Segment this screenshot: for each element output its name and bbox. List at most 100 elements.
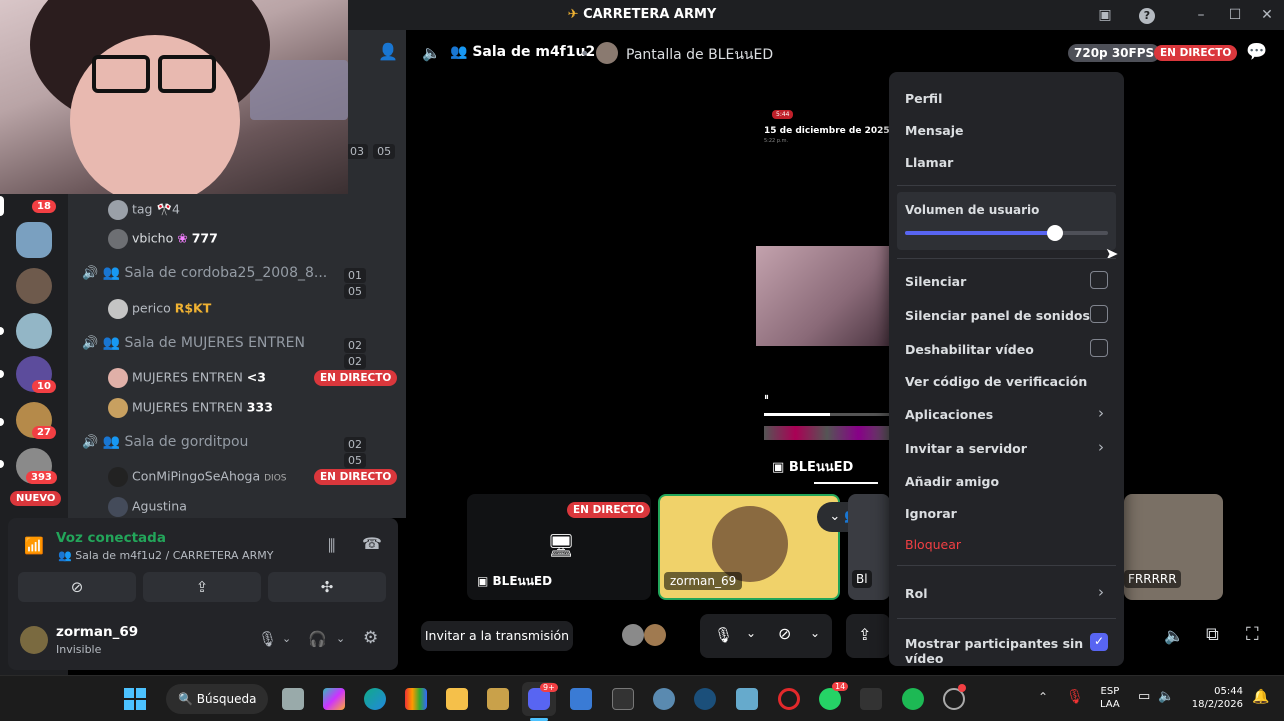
tray-expand-icon[interactable]: ⌃ bbox=[1038, 690, 1048, 704]
task-view-icon[interactable] bbox=[282, 688, 304, 710]
show-participants-checkbox[interactable]: ✓ bbox=[1090, 633, 1108, 651]
voice-user[interactable]: perico R$KT bbox=[108, 299, 211, 319]
app-icon[interactable] bbox=[736, 688, 758, 710]
close-icon[interactable]: ✕ bbox=[1256, 4, 1278, 26]
voice-channel[interactable]: 🔊 👥 Sala de gorditpou 02 05 bbox=[82, 434, 392, 468]
server-icon[interactable] bbox=[16, 268, 52, 304]
chevron-down-icon[interactable]: ⌄ bbox=[810, 626, 820, 640]
voice-channel[interactable]: 🔊 👥 Sala de cordoba25_2008_8... 01 05 bbox=[82, 265, 392, 299]
settings-gear-icon[interactable]: ⚙ bbox=[363, 628, 378, 648]
clock[interactable]: 05:44 18/2/2026 bbox=[1188, 685, 1243, 711]
soundwave-icon[interactable]: ⫼ bbox=[328, 536, 335, 556]
opera-icon[interactable] bbox=[778, 688, 800, 710]
participant-tile[interactable]: Bl bbox=[848, 494, 890, 600]
menu-item-call[interactable]: Llamar bbox=[905, 155, 953, 170]
tile-label: Bl bbox=[852, 570, 872, 588]
phone-date: 15 de diciembre de 2025 bbox=[764, 126, 890, 136]
app-icon[interactable] bbox=[405, 688, 427, 710]
voice-user[interactable]: vbicho ❀ 777 bbox=[108, 229, 218, 249]
participant-tile[interactable]: zorman_69 bbox=[658, 494, 840, 600]
username[interactable]: zorman_69 bbox=[56, 624, 138, 640]
minimize-icon[interactable]: – bbox=[1190, 4, 1212, 26]
menu-item-invite-server[interactable]: Invitar a servidor bbox=[905, 441, 1027, 456]
pause-icon[interactable]: ⏸ bbox=[764, 392, 769, 403]
voice-user[interactable]: Agustina bbox=[108, 497, 187, 517]
store-icon[interactable] bbox=[570, 688, 592, 710]
maximize-icon[interactable]: ☐ bbox=[1224, 4, 1246, 26]
add-member-icon[interactable]: 👤 bbox=[378, 42, 398, 61]
popout-icon[interactable]: ⧉ bbox=[1206, 624, 1219, 645]
menu-item-verify[interactable]: Ver código de verificación bbox=[905, 374, 1087, 389]
steam-icon[interactable] bbox=[694, 688, 716, 710]
server-icon[interactable] bbox=[16, 222, 52, 258]
whatsapp-icon[interactable] bbox=[819, 688, 841, 710]
chevron-down-icon[interactable]: ⌄ bbox=[336, 632, 345, 645]
participant-tile[interactable]: FRRRRR bbox=[1124, 494, 1223, 600]
menu-item-mute-soundboard[interactable]: Silenciar panel de sonidos bbox=[905, 308, 1090, 323]
menu-item-ignore[interactable]: Ignorar bbox=[905, 506, 957, 521]
stream-view[interactable]: 5:44 15 de diciembre de 2025 5:22 p.m. ⏸… bbox=[756, 100, 890, 490]
chevron-down-icon[interactable]: ⌄ bbox=[746, 626, 756, 640]
microphone-icon[interactable]: 🎙 bbox=[1066, 689, 1084, 705]
menu-item-block[interactable]: Bloquear bbox=[905, 537, 961, 552]
participant-tile[interactable]: EN DIRECTO 🖥 ▣ BLEนนED bbox=[467, 494, 651, 600]
mute-soundboard-checkbox[interactable] bbox=[1090, 305, 1108, 323]
edge-icon[interactable] bbox=[364, 688, 386, 710]
taskbar: 🔍 Búsqueda 9+ 14 ⌃ 🎙 ESP LAA ▭ 🔈 05:44 18/… bbox=[0, 675, 1284, 721]
screen-share-button[interactable]: ⇪ bbox=[143, 572, 261, 602]
menu-item-disable-video[interactable]: Deshabilitar vídeo bbox=[905, 342, 1034, 357]
headphones-icon[interactable]: 🎧 bbox=[308, 630, 327, 648]
help-icon[interactable]: ? bbox=[1136, 4, 1158, 26]
voice-channel[interactable]: 🔊 👥 Sala de MUJERES ENTREN 02 02 bbox=[82, 335, 392, 369]
camera-off-icon[interactable]: ⊘ bbox=[778, 624, 791, 643]
chat-bubble-icon[interactable]: 💬 bbox=[1246, 42, 1267, 62]
app-icon[interactable] bbox=[860, 688, 882, 710]
mute-checkbox[interactable] bbox=[1090, 271, 1108, 289]
app-icon[interactable] bbox=[487, 688, 509, 710]
volume-icon[interactable]: 🔈 bbox=[1158, 689, 1174, 704]
screen-share-button[interactable]: ⇪ bbox=[846, 614, 890, 658]
flower-icon: ❀ bbox=[177, 230, 188, 246]
volume-icon[interactable]: 🔈 bbox=[1164, 626, 1184, 645]
voice-user[interactable]: tag 🎌4 bbox=[108, 200, 180, 220]
menu-item-role[interactable]: Rol bbox=[905, 586, 928, 601]
search-box[interactable]: 🔍 Búsqueda bbox=[166, 684, 268, 714]
voice-user[interactable]: MUJERES ENTREN <3 EN DIRECTO bbox=[108, 368, 398, 388]
menu-item-message[interactable]: Mensaje bbox=[905, 123, 963, 138]
menu-item-mute[interactable]: Silenciar bbox=[905, 274, 966, 289]
voice-location[interactable]: 👥 Sala de m4f1u2 / CARRETERA ARMY bbox=[58, 549, 273, 562]
file-explorer-icon[interactable] bbox=[446, 688, 468, 710]
stage-channel[interactable]: 👥 Sala de m4f1u2 bbox=[450, 44, 595, 60]
volume-slider[interactable] bbox=[905, 225, 1108, 241]
camera-off-button[interactable]: ⊘ bbox=[18, 572, 136, 602]
volume-slider-fill bbox=[905, 231, 1056, 235]
settings-icon[interactable] bbox=[653, 688, 675, 710]
server-badge: 10 bbox=[32, 380, 56, 393]
spotify-icon[interactable] bbox=[902, 688, 924, 710]
notifications-bell-icon[interactable]: 🔔 bbox=[1252, 689, 1269, 705]
microphone-icon[interactable]: 🎙 bbox=[714, 626, 733, 644]
menu-item-add-friend[interactable]: Añadir amigo bbox=[905, 474, 999, 489]
server-icon[interactable] bbox=[16, 313, 52, 349]
inbox-icon[interactable]: ▣ bbox=[1094, 4, 1116, 26]
language-indicator[interactable]: ESP LAA bbox=[1100, 685, 1120, 711]
menu-item-profile[interactable]: Perfil bbox=[905, 91, 942, 106]
menu-separator bbox=[897, 618, 1116, 619]
chevron-down-icon[interactable]: ⌄ bbox=[282, 632, 291, 645]
disconnect-icon[interactable]: ☎ bbox=[362, 534, 382, 553]
epic-games-icon[interactable] bbox=[612, 688, 634, 710]
voice-user[interactable]: ConMiPingoSeAhoga DIOS EN DIRECTO bbox=[108, 467, 398, 487]
video-progress[interactable] bbox=[764, 413, 890, 416]
disable-video-checkbox[interactable] bbox=[1090, 339, 1108, 357]
avatar[interactable] bbox=[20, 626, 48, 654]
invite-stream-button[interactable]: Invitar a la transmisión bbox=[421, 621, 573, 651]
microphone-icon[interactable]: 🎙 bbox=[258, 630, 277, 648]
windows-start-icon[interactable] bbox=[124, 688, 146, 710]
fullscreen-icon[interactable]: ⛶ bbox=[1246, 624, 1259, 645]
voice-user[interactable]: MUJERES ENTREN 333 bbox=[108, 398, 273, 418]
activities-button[interactable]: ✣ bbox=[268, 572, 386, 602]
channel-counts: 03 05 bbox=[346, 140, 396, 159]
copilot-icon[interactable] bbox=[323, 688, 345, 710]
network-icon[interactable]: ▭ bbox=[1138, 689, 1150, 704]
menu-item-apps[interactable]: Aplicaciones bbox=[905, 407, 993, 422]
